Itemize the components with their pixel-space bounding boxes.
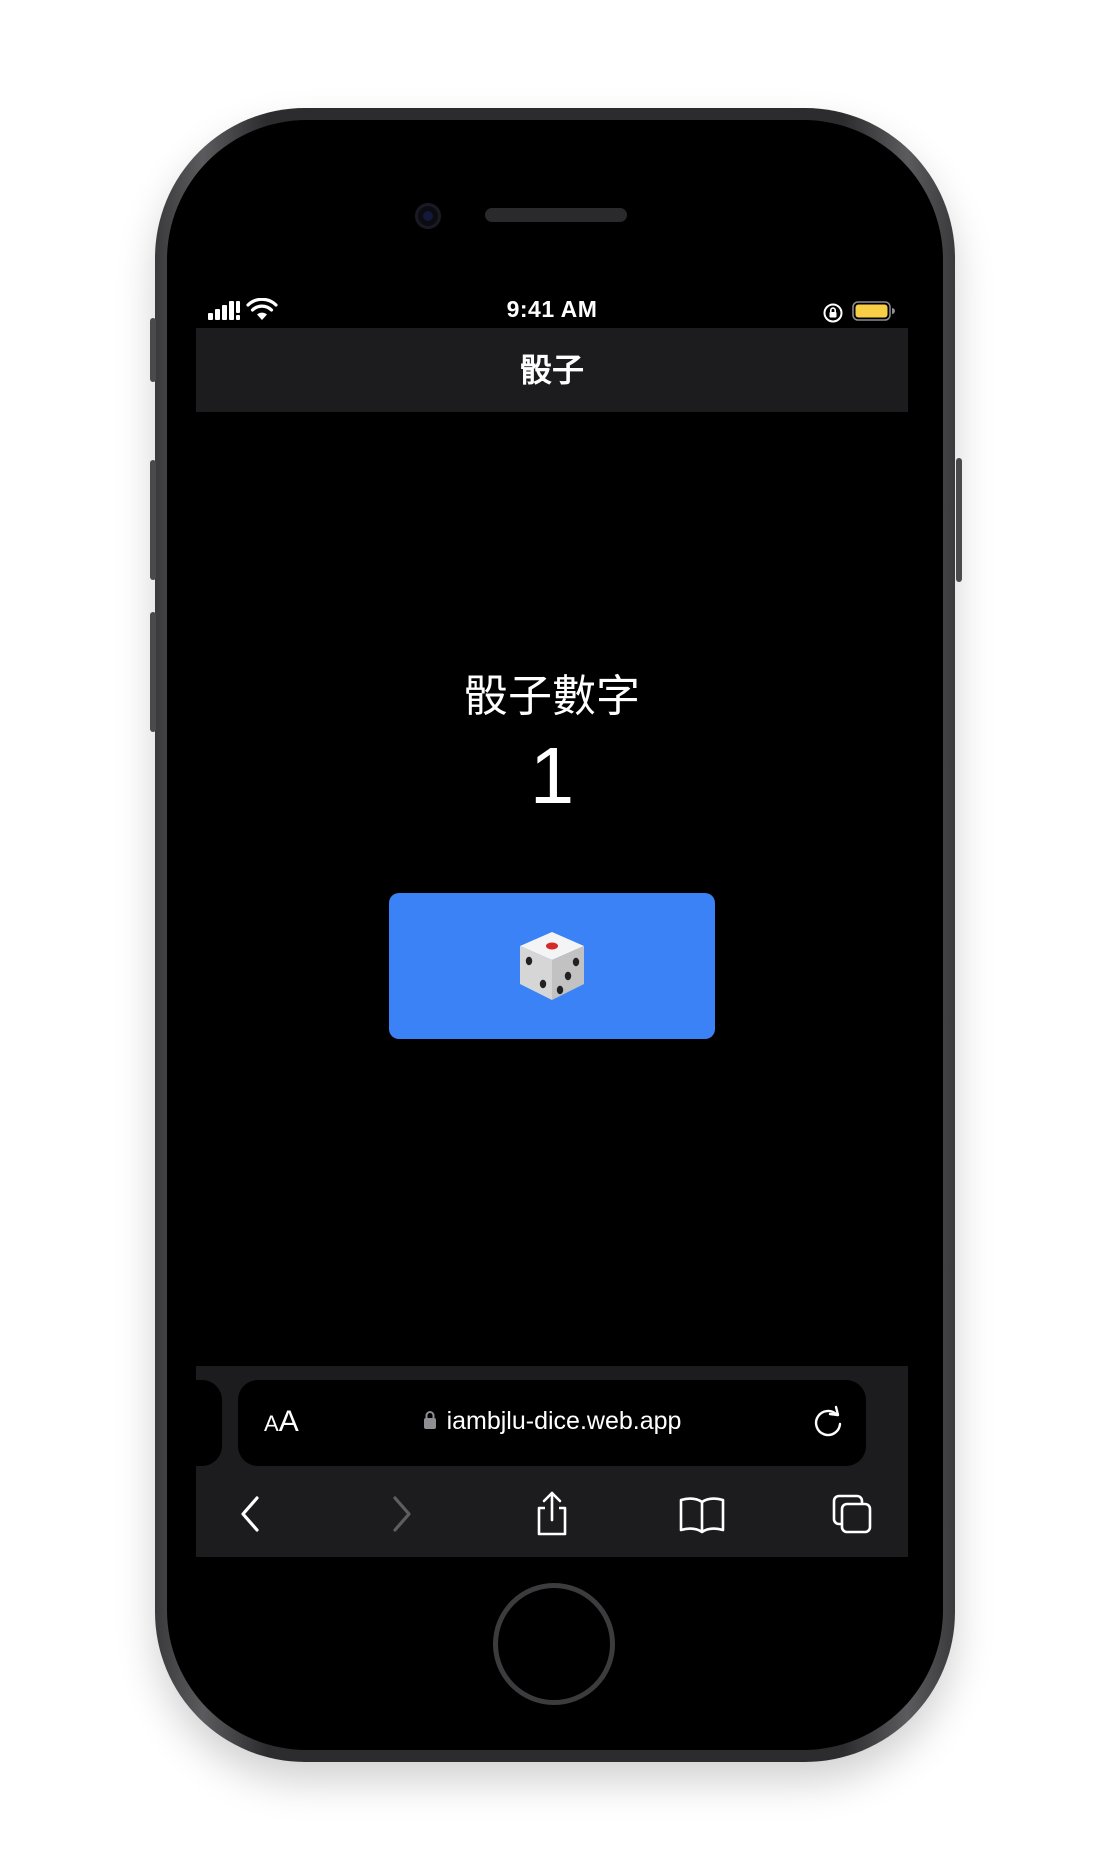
roll-dice-button[interactable]: [389, 893, 715, 1039]
bookmarks-icon: [679, 1497, 725, 1534]
orientation-lock-icon: [823, 303, 843, 323]
home-button[interactable]: [493, 1583, 615, 1705]
page-title: 骰子: [196, 328, 908, 412]
back-icon: [241, 1496, 259, 1532]
tabs-icon: [832, 1494, 872, 1534]
dice-icon: [520, 932, 584, 1000]
forward-button[interactable]: [372, 1486, 432, 1542]
url-text: iambjlu-dice.web.app: [446, 1407, 682, 1435]
silent-switch: [150, 318, 156, 382]
url-display[interactable]: iambjlu-dice.web.app: [238, 1407, 866, 1436]
dice-number-label: 骰子數字: [464, 672, 640, 721]
bookmarks-button[interactable]: [672, 1486, 732, 1542]
screen: 9:41 AM 骰子 骰子數字 1 AA iambjlu-dice.web.ap…: [196, 290, 908, 1557]
browser-toolbar: [196, 1478, 908, 1557]
volume-down-button: [150, 612, 156, 732]
previous-tab-preview[interactable]: [196, 1380, 222, 1466]
battery-icon: [852, 301, 895, 321]
tabs-button[interactable]: [822, 1486, 882, 1542]
status-bar: 9:41 AM: [196, 290, 908, 328]
dice-number-value: 1: [529, 731, 575, 820]
reload-icon[interactable]: [810, 1404, 846, 1440]
power-button: [956, 458, 962, 582]
padlock-icon: [423, 1411, 436, 1430]
status-time: 9:41 AM: [506, 296, 598, 322]
back-button[interactable]: [220, 1486, 280, 1542]
share-button[interactable]: [522, 1486, 582, 1542]
earpiece-speaker: [485, 208, 627, 222]
browser-bottom-bar: AA iambjlu-dice.web.app: [196, 1366, 908, 1557]
front-camera: [415, 203, 441, 229]
share-icon: [537, 1491, 567, 1536]
address-bar[interactable]: AA iambjlu-dice.web.app: [238, 1380, 866, 1466]
volume-up-button: [150, 460, 156, 580]
forward-icon: [393, 1496, 411, 1532]
